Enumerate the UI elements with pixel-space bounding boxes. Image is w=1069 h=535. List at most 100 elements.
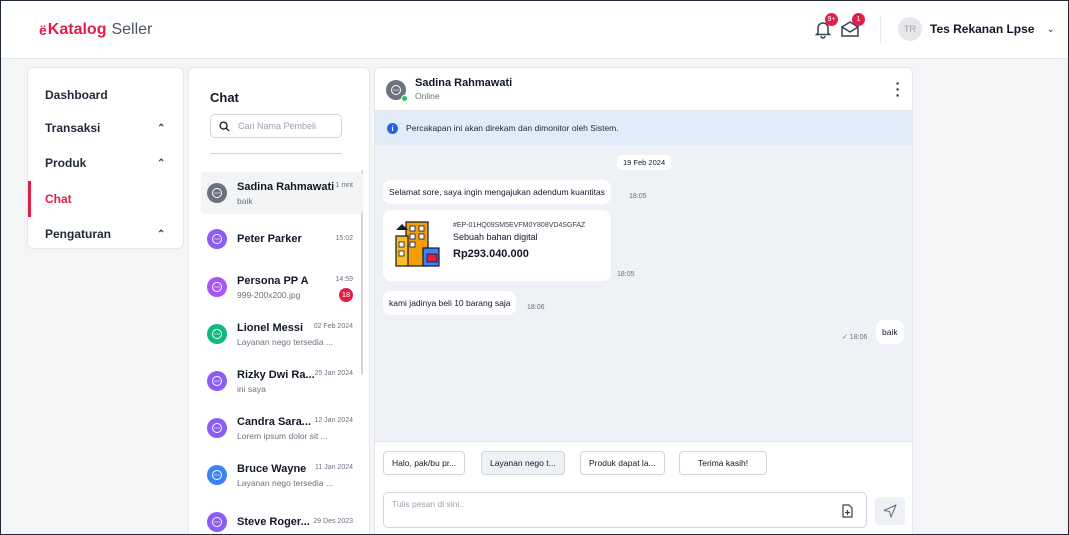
more-options-icon[interactable]: · · ·	[894, 76, 902, 102]
quick-reply-button[interactable]: Halo, pak/bu pr...	[383, 451, 466, 475]
contact-name: Sadina Rahmawati	[415, 77, 513, 89]
brand-logo[interactable]: ë Katalog Seller	[39, 21, 152, 39]
quick-reply-button[interactable]: Layanan nego t...	[481, 451, 565, 475]
conversation-item[interactable]: Candra Sara... 12 Jan 2024 Lorem ipsum dol…	[201, 407, 363, 449]
app-frame: ë Katalog Seller 9+ 1 TR Tes Rekanan Lps…	[0, 0, 1069, 535]
chevron-up-icon: ⌃	[157, 157, 166, 169]
date-separator: 19 Feb 2024	[617, 155, 672, 170]
message-input-box[interactable]	[383, 492, 867, 528]
sidebar-item-pengaturan[interactable]: Pengaturan ⌃	[28, 222, 183, 246]
conversation-name: Rizky Dwi Ra...	[237, 369, 315, 381]
conversation-preview: 999-200x200.jpg	[237, 290, 301, 300]
chat-bubble-icon	[391, 85, 401, 95]
conversation-preview: Layanan nego tersedia ...	[237, 337, 333, 347]
conversation-item[interactable]: Bruce Wayne 11 Jan 2024 Layanan nego terse…	[201, 454, 363, 496]
avatar	[207, 229, 227, 249]
conversation-time: 14:59	[335, 276, 353, 283]
conversation-name: Sadina Rahmawati	[237, 181, 335, 193]
search-input[interactable]	[238, 121, 338, 131]
avatar	[207, 183, 227, 203]
sidebar-menu: Dashboard Transaksi ⌃ Produk ⌃ Chat Peng…	[27, 67, 184, 249]
avatar	[207, 277, 227, 297]
brand-icon: ë	[39, 22, 47, 38]
chat-list-title: Chat	[210, 90, 239, 105]
message-bubble-incoming: Selamat sore, saya ingin mengajukan aden…	[383, 180, 611, 204]
attach-file-icon[interactable]	[840, 504, 854, 518]
brand-name: Katalog	[47, 21, 107, 38]
message-time: 18:06	[527, 304, 545, 311]
notification-badge: 9+	[825, 13, 838, 26]
chevron-down-icon: ⌄	[1046, 23, 1055, 35]
conversation-time: 12 Jan 2024	[314, 417, 353, 424]
message-time: 18:05	[629, 193, 647, 200]
product-id: #EP-01HQ09SM5EVFM0Y808VD4SGFAZ	[453, 222, 586, 229]
conversation-name: Lionel Messi	[237, 322, 304, 334]
chevron-up-icon: ⌃	[157, 122, 166, 134]
sidebar-item-label: Produk	[45, 156, 87, 170]
avatar	[207, 371, 227, 391]
sidebar-item-dashboard[interactable]: Dashboard	[28, 83, 183, 107]
chat-bubble-icon	[212, 423, 222, 433]
message-bubble-incoming: kami jadinya beli 10 barang saja	[383, 291, 517, 315]
conversation-name: Persona PP A	[237, 275, 309, 287]
conversation-item[interactable]: Sadina Rahmawati 1 mnt baik	[201, 172, 363, 214]
conversation-preview: baik	[237, 196, 253, 206]
message-input[interactable]	[392, 499, 812, 509]
unread-badge: 18	[339, 288, 353, 302]
conversation-item[interactable]: Peter Parker 15:02	[201, 218, 363, 260]
message-area: i Percakapan ini akan direkam dan dimoni…	[375, 111, 912, 441]
sidebar-item-label: Transaksi	[45, 121, 101, 135]
brand-subtitle: Seller	[111, 21, 153, 38]
chat-room-panel: Sadina Rahmawati Online · · · i Percakapan…	[374, 67, 913, 534]
conversation-time: 02 Feb 2024	[313, 323, 353, 330]
list-divider	[210, 153, 342, 154]
message-inbox-button[interactable]: 1	[839, 13, 865, 40]
conversation-name: Candra Sara...	[237, 416, 311, 428]
sidebar-item-label: Pengaturan	[45, 227, 112, 241]
composer-area: Halo, pak/bu pr... Layanan nego t... Pro…	[375, 441, 912, 534]
topbar-divider	[880, 15, 881, 43]
conversation-time: 29 Des 2023	[313, 518, 353, 525]
online-indicator	[401, 95, 408, 102]
chat-bubble-icon	[212, 234, 222, 244]
notice-text: Percakapan ini akan direkam dan dimonito…	[406, 123, 619, 133]
user-name: Tes Rekanan Lpse	[930, 22, 1035, 36]
sidebar-item-produk[interactable]: Produk ⌃	[28, 151, 183, 175]
chat-bubble-icon	[212, 470, 222, 480]
quick-reply-button[interactable]: Terima kasih!	[679, 451, 768, 475]
avatar	[207, 324, 227, 344]
search-box[interactable]	[210, 114, 342, 138]
avatar	[207, 512, 227, 532]
conversation-time: 11 Jan 2024	[314, 464, 353, 471]
conversation-name: Bruce Wayne	[237, 463, 307, 475]
product-name: Sebuah bahan digital	[453, 232, 538, 242]
quick-reply-button[interactable]: Produk dapat la...	[580, 451, 665, 475]
top-bar: ë Katalog Seller 9+ 1 TR Tes Rekanan Lps…	[1, 1, 1068, 59]
message-time-read: ✓ 18:06	[842, 334, 868, 341]
conversation-name: Steve Roger...	[237, 516, 310, 528]
sidebar-item-transaksi[interactable]: Transaksi ⌃	[28, 116, 183, 140]
message-bubble-outgoing: baik	[876, 320, 904, 344]
user-menu[interactable]: TR Tes Rekanan Lpse ⌄	[898, 17, 1055, 41]
sidebar-item-label: Chat	[45, 192, 72, 206]
conversation-item[interactable]: Lionel Messi 02 Feb 2024 Layanan nego ters…	[201, 313, 363, 355]
sidebar-item-label: Dashboard	[45, 88, 108, 102]
conversation-item[interactable]: Rizky Dwi Ra... 25 Jan 2024 ini saya	[201, 360, 363, 402]
chat-bubble-icon	[212, 329, 222, 339]
send-button[interactable]	[875, 497, 905, 525]
product-card[interactable]: #EP-01HQ09SM5EVFM0Y808VD4SGFAZ Sebuah ba…	[383, 210, 611, 281]
conversation-preview: ini saya	[237, 384, 266, 394]
sidebar-item-chat[interactable]: Chat	[28, 181, 183, 217]
chevron-up-icon: ⌃	[157, 228, 166, 240]
chat-bubble-icon	[212, 188, 222, 198]
conversation-item[interactable]: Persona PP A 14:59 999-200x200.jpg 18	[201, 266, 363, 308]
avatar	[207, 465, 227, 485]
notification-bell-button[interactable]: 9+	[812, 13, 838, 40]
conversation-name: Peter Parker	[237, 233, 302, 245]
chat-list-panel: Chat Sadina Rahmawati1 mnt baik Peter Park…	[188, 67, 370, 534]
conversation-item[interactable]: Steve Roger... 29 Des 2023	[201, 501, 363, 534]
conversation-preview: Lorem ipsum dolor sit ...	[237, 431, 328, 441]
contact-status: Online	[415, 91, 440, 101]
chat-bubble-icon	[212, 376, 222, 386]
avatar: TR	[898, 17, 922, 41]
